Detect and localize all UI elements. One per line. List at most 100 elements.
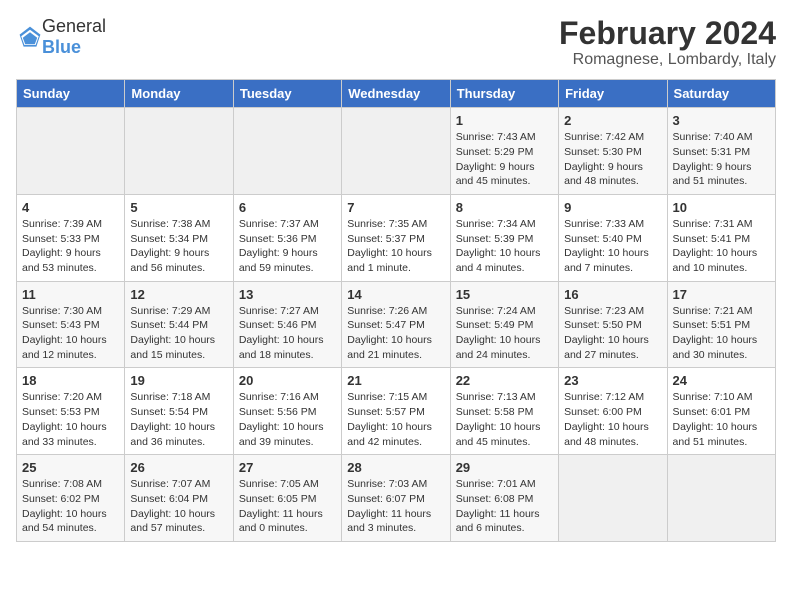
day-number: 24 <box>673 373 770 388</box>
day-info: Sunrise: 7:34 AM Sunset: 5:39 PM Dayligh… <box>456 217 553 276</box>
calendar-cell: 16 Sunrise: 7:23 AM Sunset: 5:50 PM Dayli… <box>559 281 667 368</box>
day-number: 4 <box>22 200 119 215</box>
calendar-cell: 15 Sunrise: 7:24 AM Sunset: 5:49 PM Dayli… <box>450 281 558 368</box>
day-info: Sunrise: 7:20 AM Sunset: 5:53 PM Dayligh… <box>22 390 119 449</box>
day-number: 1 <box>456 113 553 128</box>
calendar-title: February 2024 <box>559 16 776 51</box>
day-number: 15 <box>456 287 553 302</box>
day-number: 18 <box>22 373 119 388</box>
day-number: 29 <box>456 460 553 475</box>
day-info: Sunrise: 7:05 AM Sunset: 6:05 PM Dayligh… <box>239 477 336 536</box>
day-header-sunday: Sunday <box>17 80 125 108</box>
calendar-cell: 2 Sunrise: 7:42 AM Sunset: 5:30 PM Daylig… <box>559 108 667 195</box>
day-number: 13 <box>239 287 336 302</box>
calendar-cell <box>125 108 233 195</box>
calendar-cell: 5Sunrise: 7:38 AM Sunset: 5:34 PM Daylig… <box>125 194 233 281</box>
day-number: 10 <box>673 200 770 215</box>
day-info: Sunrise: 7:33 AM Sunset: 5:40 PM Dayligh… <box>564 217 661 276</box>
day-number: 9 <box>564 200 661 215</box>
day-info: Sunrise: 7:29 AM Sunset: 5:44 PM Dayligh… <box>130 304 227 363</box>
calendar-cell: 27 Sunrise: 7:05 AM Sunset: 6:05 PM Dayli… <box>233 455 341 542</box>
day-info: Sunrise: 7:31 AM Sunset: 5:41 PM Dayligh… <box>673 217 770 276</box>
calendar-cell: 23 Sunrise: 7:12 AM Sunset: 6:00 PM Dayli… <box>559 368 667 455</box>
day-number: 6 <box>239 200 336 215</box>
logo-general: General <box>42 16 106 36</box>
day-info: Sunrise: 7:18 AM Sunset: 5:54 PM Dayligh… <box>130 390 227 449</box>
day-info: Sunrise: 7:23 AM Sunset: 5:50 PM Dayligh… <box>564 304 661 363</box>
calendar-cell: 11Sunrise: 7:30 AM Sunset: 5:43 PM Dayli… <box>17 281 125 368</box>
day-info: Sunrise: 7:01 AM Sunset: 6:08 PM Dayligh… <box>456 477 553 536</box>
calendar-cell: 7 Sunrise: 7:35 AM Sunset: 5:37 PM Daylig… <box>342 194 450 281</box>
day-info: Sunrise: 7:42 AM Sunset: 5:30 PM Dayligh… <box>564 130 661 189</box>
day-info: Sunrise: 7:27 AM Sunset: 5:46 PM Dayligh… <box>239 304 336 363</box>
day-info: Sunrise: 7:08 AM Sunset: 6:02 PM Dayligh… <box>22 477 119 536</box>
logo-blue: Blue <box>42 37 81 57</box>
day-number: 28 <box>347 460 444 475</box>
calendar-subtitle: Romagnese, Lombardy, Italy <box>559 51 776 69</box>
calendar-cell: 9 Sunrise: 7:33 AM Sunset: 5:40 PM Daylig… <box>559 194 667 281</box>
calendar-cell: 12 Sunrise: 7:29 AM Sunset: 5:44 PM Dayli… <box>125 281 233 368</box>
calendar-cell: 10 Sunrise: 7:31 AM Sunset: 5:41 PM Dayli… <box>667 194 775 281</box>
calendar-week-row: 1 Sunrise: 7:43 AM Sunset: 5:29 PM Daylig… <box>17 108 776 195</box>
day-number: 21 <box>347 373 444 388</box>
calendar-cell: 20 Sunrise: 7:16 AM Sunset: 5:56 PM Dayli… <box>233 368 341 455</box>
day-number: 19 <box>130 373 227 388</box>
day-info: Sunrise: 7:43 AM Sunset: 5:29 PM Dayligh… <box>456 130 553 189</box>
day-number: 23 <box>564 373 661 388</box>
calendar-cell <box>667 455 775 542</box>
calendar-week-row: 11Sunrise: 7:30 AM Sunset: 5:43 PM Dayli… <box>17 281 776 368</box>
day-number: 3 <box>673 113 770 128</box>
calendar-cell: 17Sunrise: 7:21 AM Sunset: 5:51 PM Dayli… <box>667 281 775 368</box>
calendar-cell: 13 Sunrise: 7:27 AM Sunset: 5:46 PM Dayli… <box>233 281 341 368</box>
calendar-cell <box>559 455 667 542</box>
day-info: Sunrise: 7:13 AM Sunset: 5:58 PM Dayligh… <box>456 390 553 449</box>
day-header-monday: Monday <box>125 80 233 108</box>
day-info: Sunrise: 7:40 AM Sunset: 5:31 PM Dayligh… <box>673 130 770 189</box>
calendar-week-row: 18 Sunrise: 7:20 AM Sunset: 5:53 PM Dayli… <box>17 368 776 455</box>
day-info: Sunrise: 7:37 AM Sunset: 5:36 PM Dayligh… <box>239 217 336 276</box>
day-number: 12 <box>130 287 227 302</box>
calendar-cell: 28Sunrise: 7:03 AM Sunset: 6:07 PM Dayli… <box>342 455 450 542</box>
day-info: Sunrise: 7:24 AM Sunset: 5:49 PM Dayligh… <box>456 304 553 363</box>
day-number: 22 <box>456 373 553 388</box>
day-header-wednesday: Wednesday <box>342 80 450 108</box>
calendar-cell: 14Sunrise: 7:26 AM Sunset: 5:47 PM Dayli… <box>342 281 450 368</box>
calendar-cell: 18 Sunrise: 7:20 AM Sunset: 5:53 PM Dayli… <box>17 368 125 455</box>
title-block: February 2024 Romagnese, Lombardy, Italy <box>559 16 776 69</box>
day-info: Sunrise: 7:16 AM Sunset: 5:56 PM Dayligh… <box>239 390 336 449</box>
calendar-week-row: 25 Sunrise: 7:08 AM Sunset: 6:02 PM Dayli… <box>17 455 776 542</box>
calendar-cell <box>233 108 341 195</box>
calendar-cell: 25 Sunrise: 7:08 AM Sunset: 6:02 PM Dayli… <box>17 455 125 542</box>
logo: General Blue <box>16 16 106 58</box>
day-header-tuesday: Tuesday <box>233 80 341 108</box>
calendar-cell: 26 Sunrise: 7:07 AM Sunset: 6:04 PM Dayli… <box>125 455 233 542</box>
day-number: 17 <box>673 287 770 302</box>
day-info: Sunrise: 7:38 AM Sunset: 5:34 PM Dayligh… <box>130 217 227 276</box>
calendar-table: SundayMondayTuesdayWednesdayThursdayFrid… <box>16 79 776 542</box>
calendar-cell: 4 Sunrise: 7:39 AM Sunset: 5:33 PM Daylig… <box>17 194 125 281</box>
day-info: Sunrise: 7:15 AM Sunset: 5:57 PM Dayligh… <box>347 390 444 449</box>
day-number: 8 <box>456 200 553 215</box>
day-info: Sunrise: 7:07 AM Sunset: 6:04 PM Dayligh… <box>130 477 227 536</box>
day-number: 25 <box>22 460 119 475</box>
calendar-cell: 21 Sunrise: 7:15 AM Sunset: 5:57 PM Dayli… <box>342 368 450 455</box>
day-info: Sunrise: 7:30 AM Sunset: 5:43 PM Dayligh… <box>22 304 119 363</box>
calendar-cell <box>342 108 450 195</box>
day-number: 27 <box>239 460 336 475</box>
day-number: 7 <box>347 200 444 215</box>
day-header-saturday: Saturday <box>667 80 775 108</box>
day-info: Sunrise: 7:39 AM Sunset: 5:33 PM Dayligh… <box>22 217 119 276</box>
day-number: 26 <box>130 460 227 475</box>
calendar-cell: 8 Sunrise: 7:34 AM Sunset: 5:39 PM Daylig… <box>450 194 558 281</box>
calendar-cell: 6 Sunrise: 7:37 AM Sunset: 5:36 PM Daylig… <box>233 194 341 281</box>
calendar-cell: 22 Sunrise: 7:13 AM Sunset: 5:58 PM Dayli… <box>450 368 558 455</box>
day-number: 20 <box>239 373 336 388</box>
day-info: Sunrise: 7:12 AM Sunset: 6:00 PM Dayligh… <box>564 390 661 449</box>
calendar-cell: 1 Sunrise: 7:43 AM Sunset: 5:29 PM Daylig… <box>450 108 558 195</box>
page-header: General Blue February 2024 Romagnese, Lo… <box>16 16 776 69</box>
day-number: 2 <box>564 113 661 128</box>
day-info: Sunrise: 7:35 AM Sunset: 5:37 PM Dayligh… <box>347 217 444 276</box>
calendar-cell: 24Sunrise: 7:10 AM Sunset: 6:01 PM Dayli… <box>667 368 775 455</box>
day-number: 16 <box>564 287 661 302</box>
calendar-cell: 19 Sunrise: 7:18 AM Sunset: 5:54 PM Dayli… <box>125 368 233 455</box>
